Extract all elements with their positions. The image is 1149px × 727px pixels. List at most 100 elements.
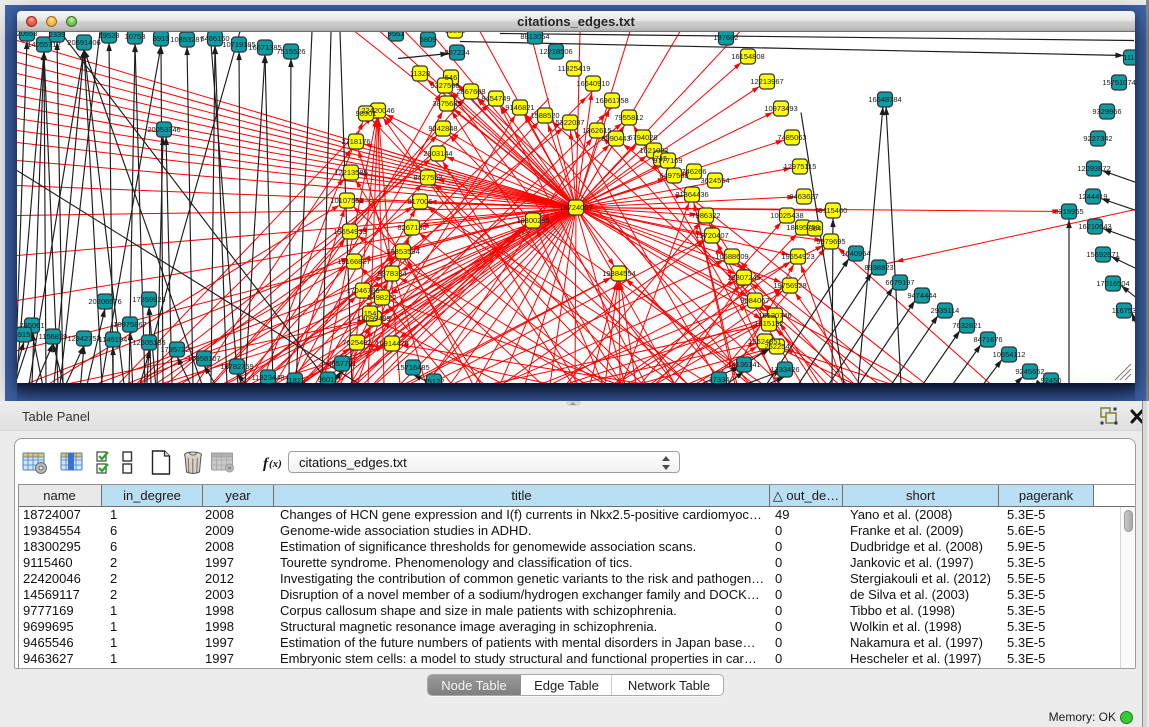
svg-text:20553: 20553: [17, 32, 37, 38]
svg-text:9327508: 9327508: [430, 81, 459, 90]
svg-text:187682: 187682: [713, 33, 738, 42]
svg-text:17359926: 17359926: [132, 295, 165, 304]
svg-text:15720407: 15720407: [695, 231, 728, 240]
svg-text:16961758: 16961758: [595, 96, 628, 105]
svg-text:116753: 116753: [1112, 306, 1135, 315]
svg-text:13353594: 13353594: [386, 247, 419, 256]
svg-text:12213967: 12213967: [750, 77, 783, 86]
svg-text:917006: 917006: [407, 197, 432, 206]
svg-text:8454749: 8454749: [481, 94, 510, 103]
svg-text:19166827: 19166827: [337, 257, 370, 266]
svg-text:14136141: 14136141: [727, 360, 760, 369]
svg-text:(x): (x): [269, 458, 282, 470]
svg-text:16648784: 16648784: [868, 95, 901, 104]
svg-text:16210643: 16210643: [1078, 222, 1111, 231]
svg-text:11328: 11328: [410, 69, 430, 78]
svg-text:8427552: 8427552: [413, 173, 442, 182]
svg-text:9084067: 9084067: [740, 296, 769, 305]
svg-text:10973493: 10973493: [764, 104, 797, 113]
svg-text:20053346: 20053346: [147, 125, 180, 134]
svg-text:8990443: 8990443: [601, 134, 630, 143]
svg-text:154: 154: [364, 309, 377, 318]
svg-text:96012: 96012: [318, 375, 339, 384]
svg-text:10688609: 10688609: [715, 252, 748, 261]
svg-text:92450: 92450: [1041, 376, 1062, 384]
svg-text:1733426: 1733426: [770, 365, 799, 374]
svg-text:1615152: 1615152: [754, 319, 783, 328]
svg-text:6679197: 6679197: [885, 278, 914, 287]
svg-text:7485063: 7485063: [777, 133, 806, 142]
svg-text:8913: 8913: [153, 34, 170, 43]
svg-text:9657791: 9657791: [327, 359, 356, 368]
svg-text:14055712: 14055712: [27, 40, 60, 49]
svg-text:2339: 2339: [49, 32, 66, 39]
svg-text:15692971: 15692971: [1086, 250, 1119, 259]
svg-text:10025438: 10025438: [770, 211, 803, 220]
svg-text:18724007: 18724007: [559, 203, 592, 212]
svg-text:12093872: 12093872: [1077, 164, 1110, 173]
svg-text:9115460: 9115460: [819, 206, 848, 215]
svg-text:1112: 1112: [1123, 53, 1135, 62]
svg-text:5322037: 5322037: [555, 118, 584, 127]
svg-text:10753: 10753: [125, 32, 146, 41]
svg-text:1640954: 1640954: [841, 249, 870, 258]
svg-text:10958107: 10958107: [187, 354, 220, 363]
svg-text:3875685: 3875685: [432, 99, 461, 108]
svg-text:7625402: 7625402: [342, 338, 371, 347]
svg-text:16640910: 16640910: [576, 79, 609, 88]
svg-text:964: 964: [809, 224, 822, 233]
svg-text:12218506: 12218506: [539, 47, 572, 56]
svg-text:8215955: 8215955: [1054, 207, 1083, 216]
svg-text:2718176: 2718176: [341, 137, 370, 146]
svg-text:20206576: 20206576: [88, 297, 121, 306]
svg-text:9777169: 9777169: [653, 156, 682, 165]
svg-text:10853287: 10853287: [170, 35, 203, 44]
svg-text:746266: 746266: [681, 167, 706, 176]
svg-text:9474444: 9474444: [907, 291, 936, 300]
svg-text:8471676: 8471676: [973, 335, 1002, 344]
svg-text:857224: 857224: [444, 48, 469, 57]
svg-text:1156829: 1156829: [39, 332, 68, 341]
svg-text:11822: 11822: [285, 376, 305, 384]
svg-text:10654112: 10654112: [993, 350, 1026, 359]
svg-text:18300295: 18300295: [516, 216, 549, 225]
svg-text:17957223: 17957223: [160, 345, 193, 354]
svg-text:20691406: 20691406: [67, 38, 100, 47]
svg-text:9329966: 9329966: [1092, 107, 1121, 116]
svg-text:7986322: 7986322: [691, 211, 720, 220]
svg-text:735061: 735061: [19, 321, 44, 330]
svg-text:6794028: 6794028: [628, 133, 657, 142]
svg-text:19756928: 19756928: [773, 281, 806, 290]
svg-text:10107552: 10107552: [330, 196, 363, 205]
svg-text:19654933: 19654933: [333, 227, 366, 236]
svg-text:12213589: 12213589: [334, 168, 367, 177]
svg-text:21364436: 21364436: [675, 190, 708, 199]
svg-text:9242848: 9242848: [428, 124, 457, 133]
svg-text:16782759: 16782759: [220, 362, 253, 371]
svg-text:9227342: 9227342: [1083, 134, 1112, 143]
svg-text:2935114: 2935114: [931, 306, 960, 315]
svg-text:15122: 15122: [424, 377, 445, 384]
svg-text:10975867: 10975867: [113, 320, 146, 329]
svg-text:18807249: 18807249: [727, 273, 760, 282]
svg-text:7955812: 7955812: [614, 113, 643, 122]
svg-text:8813054: 8813054: [520, 32, 549, 41]
svg-text:5498222: 5498222: [367, 293, 396, 302]
svg-text:3624554: 3624554: [700, 176, 729, 185]
svg-text:12942757: 12942757: [67, 334, 100, 343]
svg-text:17334: 17334: [709, 375, 730, 384]
svg-text:9245652: 9245652: [1015, 367, 1044, 376]
svg-text:17016504: 17016504: [1096, 279, 1129, 288]
svg-text:7515526: 7515526: [276, 47, 305, 56]
svg-text:19654923: 19654923: [781, 252, 814, 261]
svg-text:1145194: 1145194: [99, 335, 128, 344]
svg-text:9463627: 9463627: [789, 192, 818, 201]
svg-text:16154808: 16154808: [731, 52, 764, 61]
svg-text:1244419: 1244419: [1078, 192, 1107, 201]
svg-text:11325419: 11325419: [558, 64, 591, 73]
svg-text:9979695: 9979695: [816, 237, 845, 246]
svg-text:98901: 98901: [356, 109, 377, 118]
svg-text:8267130: 8267130: [397, 223, 426, 232]
svg-text:15751074: 15751074: [1102, 78, 1135, 87]
svg-text:19384554: 19384554: [602, 269, 635, 278]
